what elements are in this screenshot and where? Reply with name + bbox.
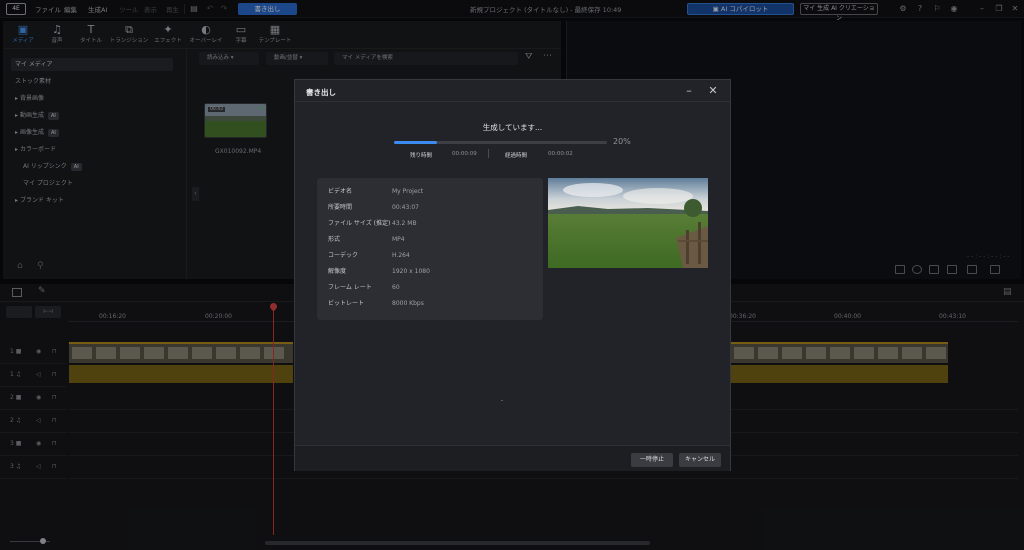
elapsed-time-label: 経過時間 xyxy=(505,153,528,159)
info-value: 00:43:07 xyxy=(392,204,419,211)
info-key: コーデック xyxy=(328,252,359,259)
export-progress-bar xyxy=(394,141,607,144)
info-value: My Project xyxy=(392,188,424,195)
remaining-time-value: 00:00:09 xyxy=(452,151,477,157)
info-key: 形式 xyxy=(328,236,341,243)
dialog-footer: 一時停止 キャンセル xyxy=(295,445,730,471)
elapsed-time-value: 00:00:02 xyxy=(548,151,573,157)
dialog-header: 書き出し – ✕ xyxy=(295,80,730,102)
info-row: フレーム レート 60 xyxy=(328,282,538,294)
cancel-button[interactable]: キャンセル xyxy=(679,453,721,467)
info-key: 所要時間 xyxy=(328,204,353,211)
dialog-title: 書き出し xyxy=(306,88,336,97)
info-key: 解像度 xyxy=(328,268,347,275)
info-row: 所要時間 00:43:07 xyxy=(328,202,538,214)
info-value: 8000 Kbps xyxy=(392,300,424,307)
info-row: コーデック H.264 xyxy=(328,250,538,262)
info-value: 1920 x 1080 xyxy=(392,268,430,275)
info-row: ビデオ名 My Project xyxy=(328,186,538,198)
info-value: 60 xyxy=(392,284,400,291)
pause-button[interactable]: 一時停止 xyxy=(631,453,673,467)
export-dialog: 書き出し – ✕ 生成しています... 20% 残り時間 00:00:09 経過… xyxy=(294,79,731,471)
progress-percent: 20% xyxy=(613,137,631,146)
info-row: ファイル サイズ (推定) 43.2 MB xyxy=(328,218,538,230)
landscape-image xyxy=(548,178,708,268)
info-row: 解像度 1920 x 1080 xyxy=(328,266,538,278)
export-preview-image xyxy=(548,178,708,268)
minimize-dialog-icon[interactable]: – xyxy=(682,84,696,98)
generating-status: 生成しています... xyxy=(482,123,543,132)
dialog-dot xyxy=(501,400,503,401)
info-value: H.264 xyxy=(392,252,410,259)
progress-fill xyxy=(394,141,437,144)
info-key: ビデオ名 xyxy=(328,188,353,195)
info-value: MP4 xyxy=(392,236,405,243)
info-value: 43.2 MB xyxy=(392,220,417,227)
info-row: 形式 MP4 xyxy=(328,234,538,246)
info-key: ファイル サイズ (推定) xyxy=(328,220,391,227)
time-separator xyxy=(488,149,489,158)
close-dialog-icon[interactable]: ✕ xyxy=(706,84,720,98)
info-key: フレーム レート xyxy=(328,284,372,291)
info-key: ビットレート xyxy=(328,300,365,307)
export-info-panel: ビデオ名 My Project 所要時間 00:43:07 ファイル サイズ (推定… xyxy=(317,178,543,320)
info-row: ビットレート 8000 Kbps xyxy=(328,298,538,310)
remaining-time-label: 残り時間 xyxy=(410,153,433,159)
